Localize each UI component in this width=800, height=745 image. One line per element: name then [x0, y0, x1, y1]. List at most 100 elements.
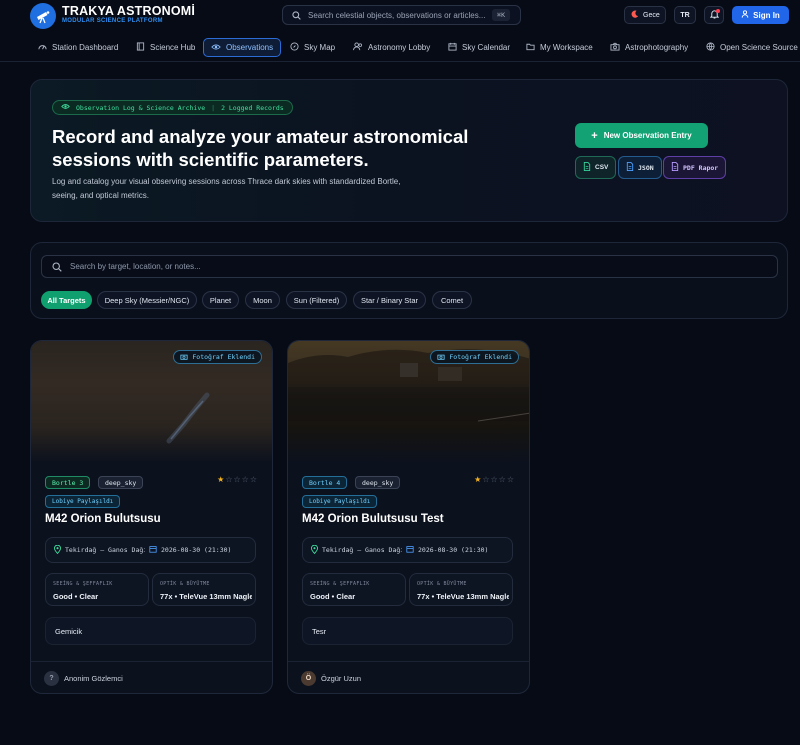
theme-label: Gece [643, 11, 660, 19]
export-json-label: JSON [638, 163, 654, 172]
badge-separator: | [211, 103, 216, 112]
hero-panel: Observation Log & Science Archive | 2 Lo… [30, 79, 788, 222]
datetime-text: 2026-08-30 (21:30) [161, 546, 232, 554]
observation-search-input[interactable]: Search by target, location, or notes... [41, 255, 778, 278]
nav-label: Astrophotography [625, 43, 689, 52]
rating-stars: ★☆☆☆☆ [217, 475, 258, 484]
export-json-button[interactable]: JSON [618, 156, 662, 179]
export-pdf-button[interactable]: PDF Rapor [663, 156, 727, 179]
global-search-input[interactable]: Search celestial objects, observations o… [282, 5, 521, 25]
nav-item-observations[interactable]: Observations [203, 38, 282, 57]
dashboard-icon [38, 42, 47, 53]
theme-toggle-button[interactable]: Gece [624, 6, 666, 24]
filter-panel: Search by target, location, or notes... … [30, 242, 788, 319]
search-placeholder: Search celestial objects, observations o… [308, 10, 486, 20]
author-name[interactable]: Anonim Gözlemci [64, 674, 123, 683]
archive-badge-label: Observation Log & Science Archive [76, 103, 206, 112]
observation-note: Gemicik [45, 617, 256, 645]
eye-icon [61, 103, 70, 112]
avatar[interactable]: ? [44, 671, 59, 686]
language-button[interactable]: TR [674, 6, 696, 24]
search-placeholder: Search by target, location, or notes... [70, 262, 201, 271]
plus-icon: + [591, 129, 598, 142]
location-text: Tekirdağ — Ganos Dağı [322, 546, 402, 554]
new-observation-label: New Observation Entry [603, 131, 692, 140]
brand-title[interactable]: TRAKYA ASTRONOMİ [62, 4, 195, 18]
export-csv-label: CSV [595, 164, 609, 171]
file-icon [671, 162, 679, 173]
avatar[interactable]: Ö [301, 671, 316, 686]
folder-icon [526, 42, 535, 53]
nav-label: Astronomy Lobby [368, 43, 431, 52]
observation-title[interactable]: M42 Orion Bulutsusu Test [302, 513, 444, 525]
nav-item-station-dashboard[interactable]: Station Dashboard [38, 38, 118, 57]
moon-icon [631, 10, 639, 20]
nav-label: Observations [226, 43, 274, 52]
archive-badge: Observation Log & Science Archive | 2 Lo… [52, 100, 293, 115]
observation-card[interactable]: Fotoğraf Eklendi Bortle 3 deep_sky ★☆☆☆☆… [30, 340, 273, 694]
location-date-box: Tekirdağ — Ganos Dağı 2026-08-30 (21:30) [302, 537, 513, 563]
seeing-value: Good • Clear [53, 592, 99, 601]
nav-label: Sky Map [304, 43, 336, 52]
notifications-button[interactable] [704, 6, 724, 24]
filter-chip-sun[interactable]: Sun (Filtered) [286, 291, 347, 309]
export-pdf-label: PDF Rapor [683, 163, 719, 172]
optics-label: OPTİK & BÜYÜTME [160, 581, 210, 587]
top-bar: TRAKYA ASTRONOMİ MODULAR SCIENCE PLATFOR… [0, 0, 800, 36]
notification-dot [716, 9, 720, 13]
file-icon [583, 162, 591, 173]
nav-item-astronomy-lobby[interactable]: Astronomy Lobby [353, 38, 430, 57]
optics-box: OPTİK & BÜYÜTME 77x • TeleVue 13mm Nagle… [152, 573, 256, 606]
brand-subtitle: MODULAR SCIENCE PLATFORM [62, 18, 163, 24]
bortle-tag: Bortle 4 [302, 476, 348, 489]
optics-value: 77x • TeleVue 13mm Nagler [417, 592, 509, 601]
nav-item-sky-calendar[interactable]: Sky Calendar [448, 38, 510, 57]
nav-item-my-workspace[interactable]: My Workspace [526, 38, 593, 57]
observation-title[interactable]: M42 Orion Bulutsusu [45, 513, 161, 525]
nav-item-astrophotography[interactable]: Astrophotography [610, 38, 688, 57]
eye-icon [211, 43, 221, 53]
main-nav: Station Dashboard Science Hub Observatio… [0, 38, 800, 62]
filter-chip-comet[interactable]: Comet [432, 291, 472, 309]
export-csv-button[interactable]: CSV [575, 156, 617, 179]
nav-label: Science Hub [150, 43, 196, 52]
photo-badge-label: Fotoğraf Eklendi [449, 353, 512, 361]
telescope-logo-icon[interactable] [30, 3, 56, 29]
nav-label: Sky Calendar [462, 43, 511, 52]
nav-item-science-hub[interactable]: Science Hub [136, 38, 195, 57]
photo-attached-badge: Fotoğraf Eklendi [430, 350, 519, 364]
filter-chip-moon[interactable]: Moon [245, 291, 280, 309]
camera-icon [610, 42, 620, 53]
nav-item-sky-map[interactable]: Sky Map [290, 38, 335, 57]
seeing-label: SEEİNG & ŞEFFAFLIK [53, 581, 113, 587]
filter-chip-planet[interactable]: Planet [202, 291, 239, 309]
calendar-icon [448, 42, 457, 53]
filter-chip-all-targets[interactable]: All Targets [41, 291, 92, 309]
calendar-icon [149, 545, 157, 555]
optics-value: 77x • TeleVue 13mm Nagler [160, 592, 252, 601]
seeing-value: Good • Clear [310, 592, 356, 601]
filter-chip-deep-sky[interactable]: Deep Sky (Messier/NGC) [97, 291, 197, 309]
map-pin-icon [53, 544, 62, 556]
nav-label: My Workspace [540, 43, 593, 52]
sign-in-button[interactable]: Sign In [732, 6, 789, 24]
search-icon [292, 10, 301, 20]
author-name[interactable]: Özgür Uzun [321, 674, 361, 683]
compass-icon [290, 42, 299, 53]
search-icon [52, 261, 62, 272]
observation-note: Tesr [302, 617, 513, 645]
camera-icon [180, 353, 188, 362]
record-count: 2 Logged Records [221, 103, 284, 112]
nav-item-open-science-source[interactable]: Open Science Source [706, 38, 798, 57]
optics-box: OPTİK & BÜYÜTME 77x • TeleVue 13mm Nagle… [409, 573, 513, 606]
filter-chip-star-binary[interactable]: Star / Binary Star [353, 291, 426, 309]
search-shortcut-badge: ⌘K [492, 9, 510, 21]
seeing-box: SEEİNG & ŞEFFAFLIK Good • Clear [45, 573, 149, 606]
photo-attached-badge: Fotoğraf Eklendi [173, 350, 262, 364]
observation-card[interactable]: Fotoğraf Eklendi Bortle 4 deep_sky ★☆☆☆☆… [287, 340, 530, 694]
nav-label: Station Dashboard [52, 43, 119, 52]
hero-title: Record and analyze your amateur astronom… [52, 126, 469, 170]
new-observation-button[interactable]: + New Observation Entry [575, 123, 708, 148]
bortle-tag: Bortle 3 [45, 476, 91, 489]
seeing-label: SEEİNG & ŞEFFAFLIK [310, 581, 370, 587]
